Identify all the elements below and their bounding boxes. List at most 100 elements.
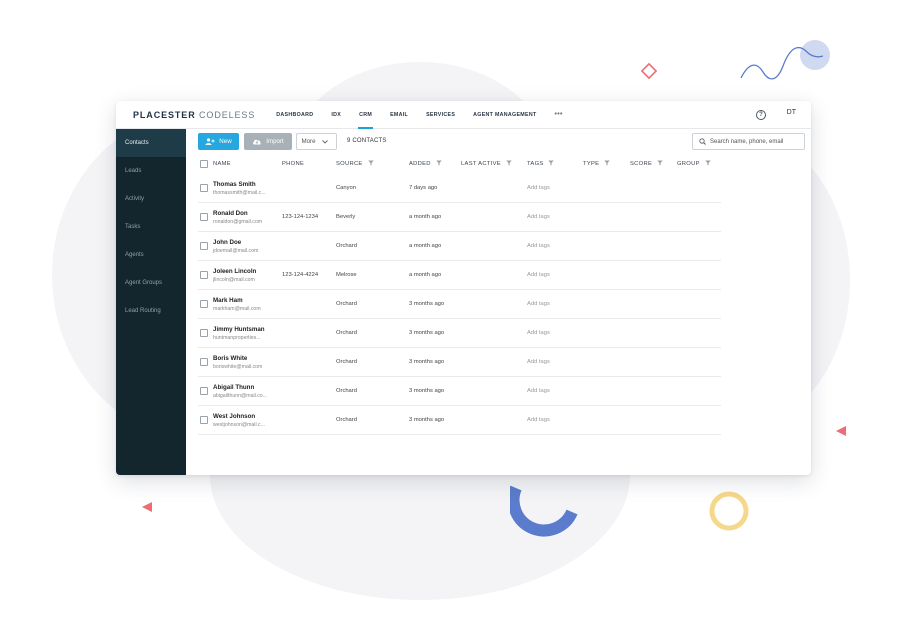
contact-phone: 123-124-4224 xyxy=(282,272,319,278)
row-checkbox[interactable] xyxy=(200,213,208,221)
column-header-last-active-label: LAST ACTIVE xyxy=(461,161,501,167)
table-row[interactable]: Abigail Thunn abigailthunn@mail.co... Or… xyxy=(198,377,721,406)
column-header-last-active[interactable]: LAST ACTIVE xyxy=(461,155,512,174)
logo-bold-text: PLACESTER xyxy=(133,109,196,120)
nav-dashboard[interactable]: DASHBOARD xyxy=(267,101,322,129)
table-row[interactable]: Jimmy Huntsman huntmanproperties... Orch… xyxy=(198,319,721,348)
user-avatar[interactable]: DT xyxy=(787,109,796,116)
row-checkbox[interactable] xyxy=(200,387,208,395)
contact-added: a month ago xyxy=(409,272,442,278)
contact-added: a month ago xyxy=(409,243,442,249)
filter-icon[interactable] xyxy=(436,160,442,166)
contact-phone: 123-124-1234 xyxy=(282,214,319,220)
column-header-tags-label: TAGS xyxy=(527,161,544,167)
sidebar-item-leads[interactable]: Leads xyxy=(116,157,186,185)
add-tags-link[interactable]: Add tags xyxy=(527,319,550,348)
sidebar-item-tasks[interactable]: Tasks xyxy=(116,213,186,241)
add-tags-link[interactable]: Add tags xyxy=(527,406,550,435)
more-nav-icon[interactable]: ••• xyxy=(546,101,572,129)
table-header: NAME PHONE SOURCE ADDED LAST ACTIVE TAGS xyxy=(198,155,721,174)
column-header-tags[interactable]: TAGS xyxy=(527,155,555,174)
placester-logo[interactable]: PLACESTER CODELESS xyxy=(133,110,255,120)
contact-email: ronaldon@gmail.com xyxy=(213,219,263,225)
filter-icon[interactable] xyxy=(657,160,663,166)
column-header-score[interactable]: SCORE xyxy=(630,155,663,174)
contact-name[interactable]: Boris White xyxy=(213,355,247,362)
column-header-name[interactable]: NAME xyxy=(213,155,231,174)
contact-email: huntmanproperties... xyxy=(213,335,261,341)
new-button-label: New xyxy=(219,138,232,145)
filter-icon[interactable] xyxy=(506,160,512,166)
arc-decoration xyxy=(510,485,578,537)
table-row[interactable]: Mark Ham markham@mail.com Orchard 3 mont… xyxy=(198,290,721,319)
contact-name[interactable]: Joleen Lincoln xyxy=(213,268,256,275)
row-checkbox[interactable] xyxy=(200,242,208,250)
add-tags-link[interactable]: Add tags xyxy=(527,174,550,203)
contact-name[interactable]: Thomas Smith xyxy=(213,181,256,188)
search-icon xyxy=(699,138,706,145)
contact-email: boriswhite@mail.com xyxy=(213,364,263,370)
table-row[interactable]: Ronald Don ronaldon@gmail.com 123-124-12… xyxy=(198,203,721,232)
contact-name[interactable]: Abigail Thunn xyxy=(213,384,254,391)
import-button[interactable]: Import xyxy=(244,133,292,150)
logo-light-text: CODELESS xyxy=(199,109,256,120)
column-header-group[interactable]: GROUP xyxy=(677,155,711,174)
nav-agent-management[interactable]: AGENT MANAGEMENT xyxy=(464,101,545,129)
table-row[interactable]: Thomas Smith thomassmith@mail.c... Canyo… xyxy=(198,174,721,203)
column-header-source-label: SOURCE xyxy=(336,161,363,167)
add-tags-link[interactable]: Add tags xyxy=(527,377,550,406)
contact-email: jdoemail@mail.com xyxy=(213,248,259,254)
column-header-phone[interactable]: PHONE xyxy=(282,155,304,174)
contact-name[interactable]: John Doe xyxy=(213,239,241,246)
row-checkbox[interactable] xyxy=(200,271,208,279)
row-checkbox[interactable] xyxy=(200,416,208,424)
more-dropdown[interactable]: More xyxy=(296,133,337,150)
search-input[interactable]: Search name, phone, email xyxy=(692,133,805,150)
contact-name[interactable]: Mark Ham xyxy=(213,297,243,304)
contact-added: 3 months ago xyxy=(409,359,445,365)
contact-name[interactable]: West Johnson xyxy=(213,413,255,420)
filter-icon[interactable] xyxy=(367,160,374,166)
new-contact-button[interactable]: New xyxy=(198,133,239,150)
help-icon[interactable]: ? xyxy=(756,110,766,120)
nav-email[interactable]: EMAIL xyxy=(381,101,417,129)
filter-icon[interactable] xyxy=(548,160,555,166)
add-tags-link[interactable]: Add tags xyxy=(527,290,550,319)
row-checkbox[interactable] xyxy=(200,358,208,366)
nav-idx[interactable]: IDX xyxy=(322,101,350,129)
table-row[interactable]: Joleen Lincoln jlincoln@mail.com 123-124… xyxy=(198,261,721,290)
table-row[interactable]: John Doe jdoemail@mail.com Orchard a mon… xyxy=(198,232,721,261)
contact-source: Orchard xyxy=(336,417,357,423)
sidebar-item-agents[interactable]: Agents xyxy=(116,241,186,269)
add-tags-link[interactable]: Add tags xyxy=(527,232,550,261)
nav-services[interactable]: SERVICES xyxy=(417,101,464,129)
column-header-added-label: ADDED xyxy=(409,161,431,167)
contact-email: abigailthunn@mail.co... xyxy=(213,393,268,399)
column-header-source[interactable]: SOURCE xyxy=(336,155,374,174)
sidebar-item-agent-groups[interactable]: Agent Groups xyxy=(116,269,186,297)
add-tags-link[interactable]: Add tags xyxy=(527,261,550,290)
column-header-added[interactable]: ADDED xyxy=(409,155,442,174)
search-placeholder: Search name, phone, email xyxy=(710,138,784,145)
contact-source: Canyon xyxy=(336,185,356,191)
row-checkbox[interactable] xyxy=(200,184,208,192)
sidebar-item-lead-routing[interactable]: Lead Routing xyxy=(116,297,186,325)
row-checkbox[interactable] xyxy=(200,300,208,308)
filter-icon[interactable] xyxy=(704,160,711,166)
contact-added: 3 months ago xyxy=(409,301,445,307)
nav-crm[interactable]: CRM xyxy=(350,101,381,129)
add-tags-link[interactable]: Add tags xyxy=(527,348,550,377)
table-row[interactable]: West Johnson westjohnson@mail.c... Orcha… xyxy=(198,406,721,435)
select-all-checkbox[interactable] xyxy=(200,160,208,168)
sidebar-item-contacts[interactable]: Contacts xyxy=(116,129,186,157)
column-header-type[interactable]: TYPE xyxy=(583,155,610,174)
contact-name[interactable]: Ronald Don xyxy=(213,210,248,217)
add-tags-link[interactable]: Add tags xyxy=(527,203,550,232)
sidebar-item-activity[interactable]: Activity xyxy=(116,185,186,213)
table-row[interactable]: Boris White boriswhite@mail.com Orchard … xyxy=(198,348,721,377)
diamond-decoration xyxy=(640,62,658,80)
contact-source: Orchard xyxy=(336,330,357,336)
contact-name[interactable]: Jimmy Huntsman xyxy=(213,326,265,333)
row-checkbox[interactable] xyxy=(200,329,208,337)
filter-icon[interactable] xyxy=(604,160,610,166)
